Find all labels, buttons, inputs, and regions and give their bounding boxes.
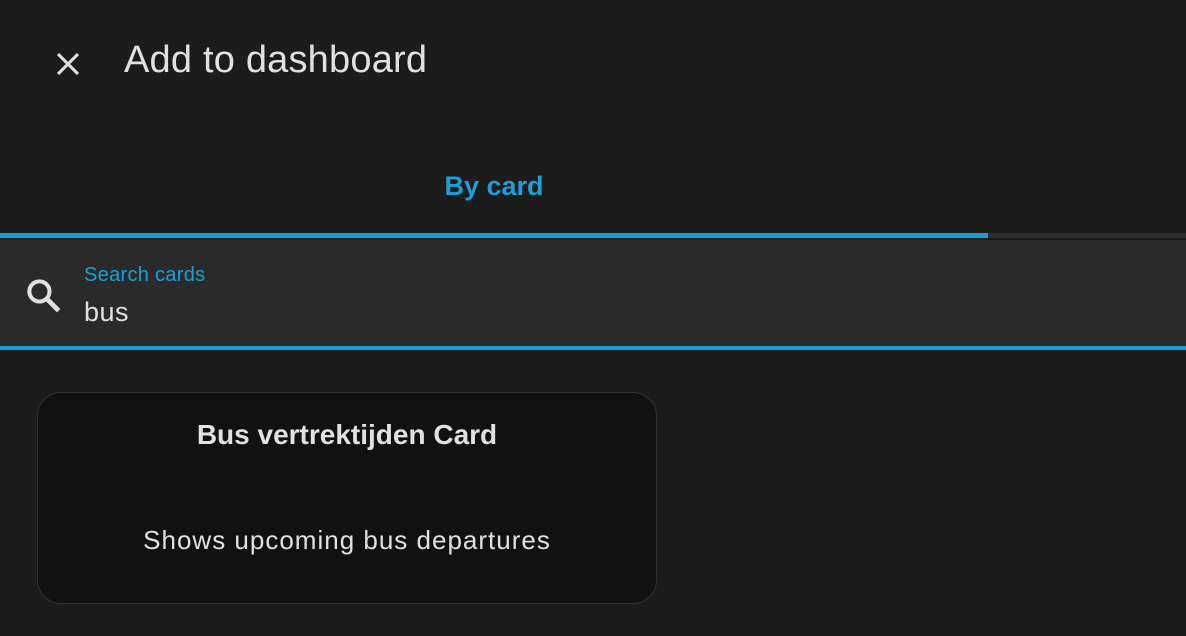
search-underline [0, 346, 1186, 350]
tab-bar: By card [0, 140, 1186, 238]
search-icon [27, 279, 61, 313]
close-button[interactable] [44, 40, 92, 88]
search-field[interactable]: Search cards [0, 240, 1186, 348]
card-description: Shows upcoming bus departures [143, 525, 551, 555]
tab-indicator-track [988, 233, 1186, 238]
card-title: Bus vertrektijden Card [196, 419, 498, 450]
add-to-dashboard-dialog: Add to dashboard By card Search cards Bu… [0, 0, 1186, 636]
search-input[interactable] [84, 292, 1144, 332]
tab-by-card[interactable]: By card [0, 140, 988, 234]
tab-label: By card [444, 170, 544, 201]
dialog-title: Add to dashboard [124, 39, 428, 81]
close-icon [56, 52, 80, 76]
card-result[interactable]: Bus vertrektijden Card Shows upcoming bu… [37, 392, 657, 604]
dialog-header: Add to dashboard [0, 0, 1186, 120]
search-label: Search cards [84, 264, 206, 286]
active-tab-indicator [0, 233, 988, 238]
